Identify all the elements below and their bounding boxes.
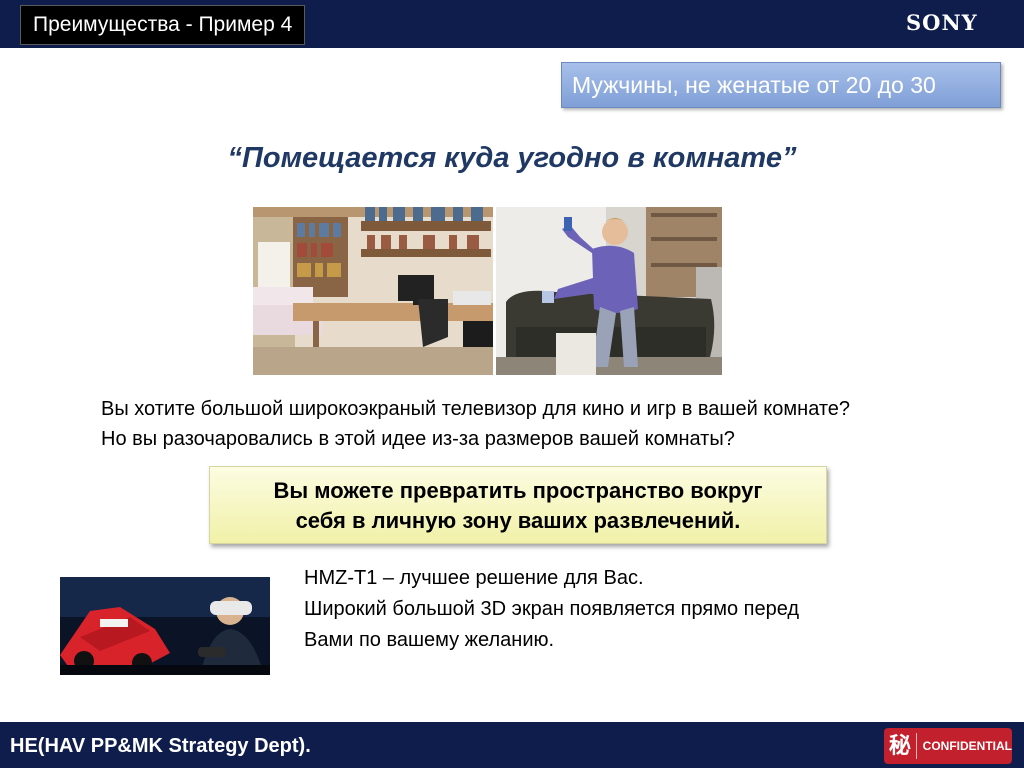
product-line-2: Широкий большой 3D экран появляется прям… (304, 598, 800, 620)
brand-logo: SONY (906, 10, 978, 35)
person-playing-photo (496, 207, 722, 375)
confidential-seal-icon: 秘 (884, 733, 917, 759)
question-line-2: Но вы разочаровались в этой идее из-за р… (101, 428, 735, 450)
question-line-1: Вы хотите большой широкоэкраный телевизо… (101, 398, 851, 420)
hmz-t1-racing-photo (60, 577, 270, 675)
room-photo (253, 207, 493, 375)
product-description: HMZ-T1 – лучшее решение для Вас. Широкий… (304, 563, 799, 656)
product-line-1: HMZ-T1 – лучшее решение для Вас. (304, 567, 644, 589)
department-label: HE(HAV PP&MK Strategy Dept). (10, 735, 311, 757)
slide-title: Преимущества - Пример 4 (20, 5, 306, 45)
callout-line-2: себя в личную зону ваших развлечений. (295, 508, 741, 533)
callout-line-1: Вы можете превратить пространство вокруг (273, 478, 763, 503)
target-segment-label: Мужчины, не женатые от 20 до 30 (561, 62, 1001, 108)
confidential-badge: 秘 CONFIDENTIAL (884, 728, 1012, 764)
quote-headline: “Помещается куда угодно в комнате” (227, 142, 797, 174)
question-text: Вы хотите большой широкоэкраный телевизо… (101, 394, 850, 454)
confidential-label: CONFIDENTIAL (922, 739, 1012, 753)
benefit-callout: Вы можете превратить пространство вокруг… (209, 466, 827, 544)
product-line-3: Вами по вашему желанию. (304, 629, 555, 651)
